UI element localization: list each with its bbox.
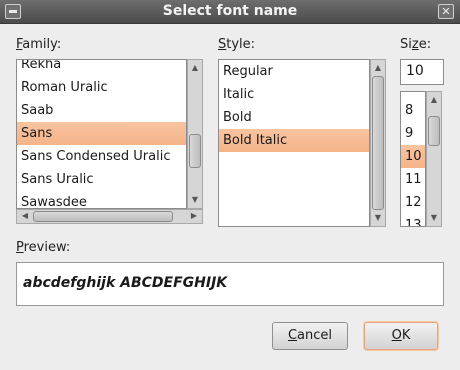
list-item[interactable]: Sans Uralic [17,168,186,191]
list-item[interactable]: Italic [219,83,369,106]
close-icon[interactable]: ✕ [438,4,454,19]
family-label: Family: [16,37,62,52]
list-item[interactable]: 9 [401,122,425,145]
size-list[interactable]: 7 8 9 10 11 12 13 [400,91,426,227]
list-item-selected[interactable]: Sans [17,122,186,145]
family-vscrollbar[interactable]: ▲ ▼ [187,59,203,209]
title-bar: Select font name ✕ [0,0,460,24]
ok-button[interactable]: OK [364,322,438,350]
style-label: Style: [218,37,256,52]
scroll-down-icon[interactable]: ▼ [427,212,441,224]
style-vscrollbar[interactable]: ▲ ▼ [370,59,386,227]
family-list[interactable]: Rekha Roman Uralic Saab Sans Sans Conden… [16,59,187,209]
scroll-right-icon[interactable]: ▶ [188,210,200,223]
scroll-thumb[interactable] [33,211,173,222]
list-item-selected[interactable]: Bold Italic [219,129,369,152]
list-item[interactable]: 12 [401,191,425,214]
scroll-up-icon[interactable]: ▲ [188,62,202,74]
scroll-thumb[interactable] [189,134,201,168]
list-item[interactable]: Rekha [17,60,186,76]
size-label: Size: [400,37,432,52]
list-item[interactable]: 11 [401,168,425,191]
list-item[interactable]: Bold [219,106,369,129]
size-input[interactable]: 10 [400,59,444,85]
scroll-thumb[interactable] [372,76,384,210]
list-item[interactable]: Saab [17,99,186,122]
scroll-up-icon[interactable]: ▲ [427,94,441,106]
scroll-left-icon[interactable]: ◀ [19,210,31,223]
list-item[interactable]: 13 [401,214,425,226]
list-item-selected[interactable]: 10 [401,145,425,168]
scroll-thumb[interactable] [428,116,440,146]
list-item[interactable]: Sawasdee [17,191,186,208]
scroll-down-icon[interactable]: ▼ [371,212,385,224]
list-item[interactable]: 7 [401,92,425,99]
list-item[interactable]: Sans Condensed Uralic [17,145,186,168]
window-title: Select font name [162,3,298,19]
cancel-button[interactable]: Cancel [272,322,348,350]
list-item[interactable]: Roman Uralic [17,76,186,99]
family-hscrollbar[interactable]: ◀ ▶ [16,209,203,224]
style-list[interactable]: Regular Italic Bold Bold Italic [218,59,370,227]
scroll-up-icon[interactable]: ▲ [371,62,385,74]
list-item[interactable]: 8 [401,99,425,122]
list-item[interactable]: Regular [219,60,369,83]
scroll-down-icon[interactable]: ▼ [188,194,202,206]
preview-field[interactable]: abcdefghijk ABCDEFGHIJK [16,262,444,306]
size-vscrollbar[interactable]: ▲ ▼ [426,91,442,227]
preview-label: Preview: [16,240,71,255]
